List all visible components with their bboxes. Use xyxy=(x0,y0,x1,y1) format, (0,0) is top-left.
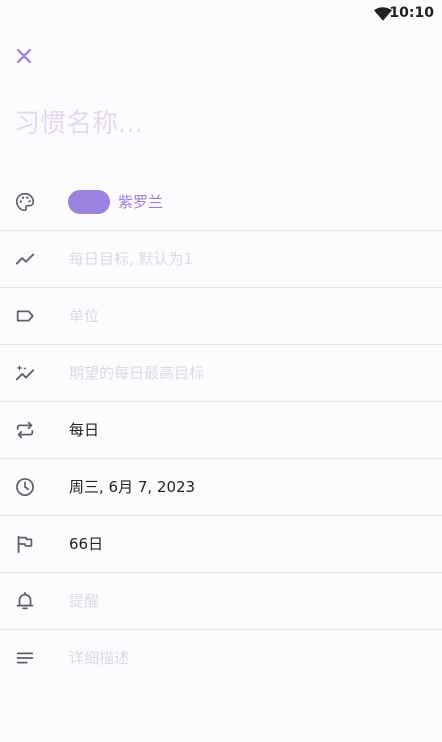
close-button[interactable] xyxy=(12,44,36,68)
target-days-value: 66日 xyxy=(69,535,104,553)
status-time: 10:10 xyxy=(389,5,434,21)
daily-goal-row[interactable]: 每日目标, 默认为1 xyxy=(0,231,442,288)
palette-icon xyxy=(14,191,36,213)
start-date-value: 周三, 6月 7, 2023 xyxy=(69,478,196,496)
daily-goal-input[interactable]: 每日目标, 默认为1 xyxy=(69,231,193,287)
status-bar: 10:10 xyxy=(0,0,442,28)
habit-settings-list: 紫罗兰 每日目标, 默认为1 单位 期望的每日最高目标 每日 周三, 6月 7,… xyxy=(0,174,442,686)
reminder-input[interactable]: 提醒 xyxy=(69,573,99,629)
start-date-row[interactable]: 周三, 6月 7, 2023 xyxy=(0,459,442,516)
label-tag-icon xyxy=(14,305,36,327)
bell-icon xyxy=(14,590,36,612)
reminder-row[interactable]: 提醒 xyxy=(0,573,442,630)
unit-row[interactable]: 单位 xyxy=(0,288,442,345)
description-input[interactable]: 详细描述 xyxy=(69,630,129,686)
close-icon xyxy=(12,48,36,72)
repeat-icon xyxy=(14,419,36,441)
color-swatch[interactable] xyxy=(68,190,110,214)
trending-up-icon xyxy=(14,248,36,270)
notes-icon xyxy=(14,647,36,669)
target-days-row[interactable]: 66日 xyxy=(0,516,442,573)
clock-icon xyxy=(14,476,36,498)
color-row[interactable]: 紫罗兰 xyxy=(0,174,442,231)
repeat-row[interactable]: 每日 xyxy=(0,402,442,459)
sparkle-trend-icon xyxy=(14,362,36,384)
unit-input[interactable]: 单位 xyxy=(69,288,99,344)
color-label: 紫罗兰 xyxy=(118,193,164,211)
max-goal-row[interactable]: 期望的每日最高目标 xyxy=(0,345,442,402)
flag-icon xyxy=(14,533,36,555)
habit-name-input[interactable] xyxy=(14,104,414,144)
repeat-value: 每日 xyxy=(69,421,100,439)
description-row[interactable]: 详细描述 xyxy=(0,630,442,686)
max-goal-input[interactable]: 期望的每日最高目标 xyxy=(69,345,204,401)
